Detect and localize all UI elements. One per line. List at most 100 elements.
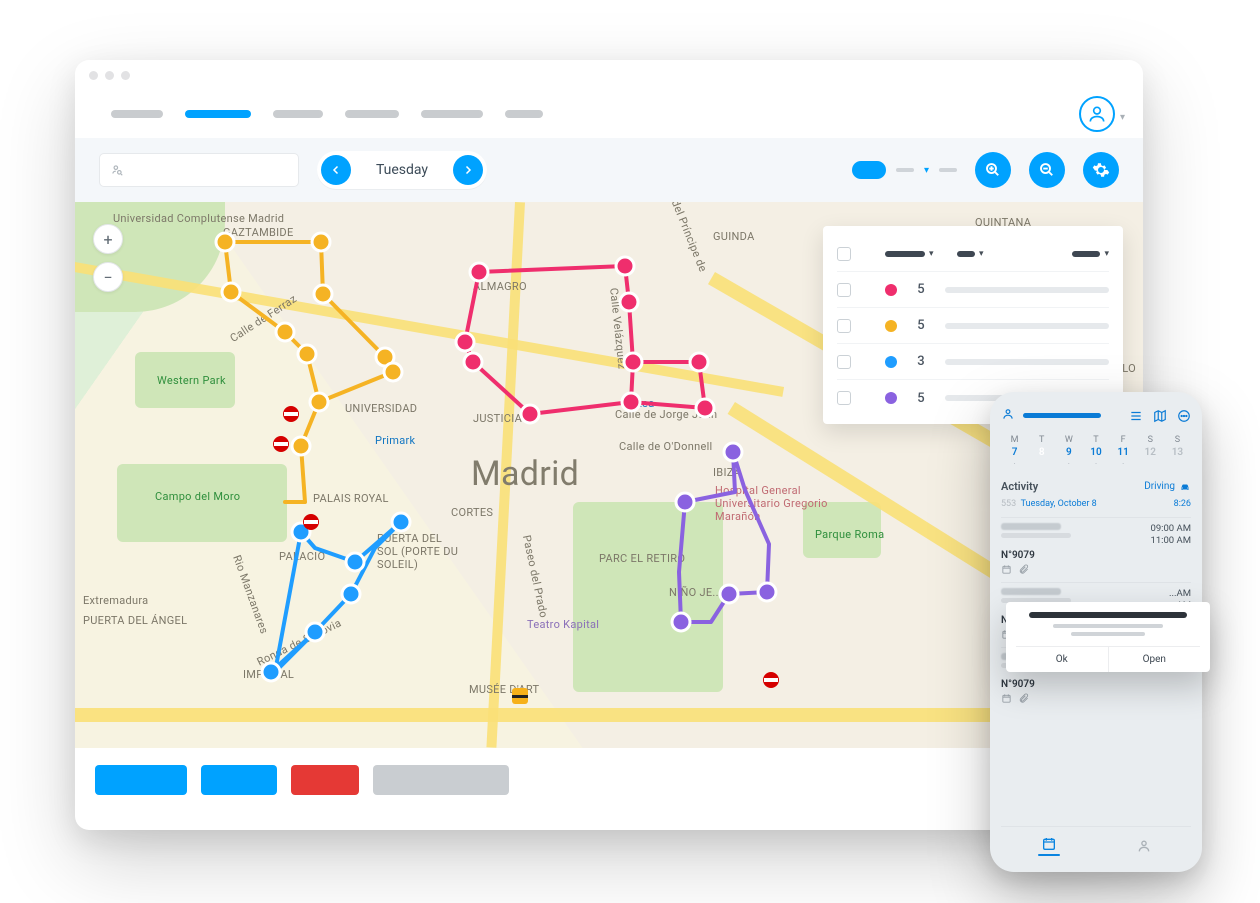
start-time: ...AM	[1169, 588, 1191, 600]
legend-row-pink[interactable]: 5	[837, 272, 1109, 308]
nav-profile-tab[interactable]	[1096, 827, 1191, 864]
desktop-app-window: ▾ Tuesday ▾	[75, 60, 1143, 830]
attachment-icon	[1018, 693, 1029, 704]
map[interactable]: + − Madrid Universidad Complutense Madri…	[75, 202, 1143, 748]
mobile-popup: Ok Open	[1006, 602, 1210, 672]
car-icon	[1179, 481, 1191, 493]
footer-btn-1[interactable]	[95, 765, 187, 795]
tab-1[interactable]	[111, 110, 163, 118]
nav-tabs	[111, 110, 543, 118]
no-entry-icon	[283, 406, 299, 422]
next-day-button[interactable]	[453, 155, 483, 185]
footer-btn-danger[interactable]	[291, 765, 359, 795]
settings-button[interactable]	[1083, 152, 1119, 188]
route-pink	[456, 257, 714, 423]
week-picker: M T W T F S S 7 8 9 10 11 12 13 ····	[1001, 435, 1191, 470]
person-icon	[1001, 406, 1015, 425]
route-count: 5	[909, 282, 933, 297]
popup-title	[1029, 612, 1187, 618]
toolbar: Tuesday ▾	[75, 138, 1143, 202]
traffic-light-min[interactable]	[105, 71, 114, 80]
day-cell[interactable]: 11	[1110, 447, 1137, 458]
zoom-in-icon	[984, 161, 1002, 179]
route-color-dot	[885, 392, 897, 404]
checkbox[interactable]	[837, 283, 851, 297]
day-cell[interactable]: 10	[1082, 447, 1109, 458]
route-purple	[672, 443, 776, 631]
day-header: S	[1137, 435, 1164, 445]
list-icon[interactable]	[1129, 409, 1143, 423]
legend-row-blue[interactable]: 3	[837, 344, 1109, 380]
tab-5[interactable]	[421, 110, 483, 118]
start-time: 09:00 AM	[1150, 523, 1191, 535]
popup-open-button[interactable]: Open	[1109, 647, 1201, 672]
window-titlebar	[75, 60, 1143, 90]
day-header: W	[1055, 435, 1082, 445]
checkbox[interactable]	[837, 355, 851, 369]
route-count: 3	[909, 354, 933, 369]
mobile-title-placeholder	[1023, 413, 1101, 418]
mobile-bottom-nav	[1001, 826, 1191, 864]
construction-icon	[512, 688, 528, 704]
day-cell[interactable]: 9	[1055, 447, 1082, 458]
day-cell[interactable]: 13	[1164, 447, 1191, 458]
day-header: S	[1164, 435, 1191, 445]
attachment-icon	[1018, 564, 1029, 575]
day-cell[interactable]: 7	[1001, 447, 1028, 458]
calendar-icon	[1041, 836, 1057, 852]
calendar-icon	[1001, 564, 1012, 575]
tab-6[interactable]	[505, 110, 543, 118]
map-icon[interactable]	[1153, 409, 1167, 423]
route-blue	[262, 513, 410, 681]
tab-2-active[interactable]	[185, 110, 251, 118]
no-entry-icon	[273, 436, 289, 452]
no-entry-icon	[763, 672, 779, 688]
date-row: 553 Tuesday, October 8 8:26	[1001, 499, 1191, 509]
popup-ok-button[interactable]: Ok	[1016, 647, 1109, 672]
day-header: T	[1082, 435, 1109, 445]
legend-header: ▾ ▾ ▾	[837, 236, 1109, 272]
checkbox[interactable]	[837, 319, 851, 333]
route-orange	[216, 233, 402, 502]
end-time: 11:00 AM	[1150, 535, 1191, 547]
day-cell-selected[interactable]: 8	[1028, 447, 1055, 458]
search-input[interactable]	[99, 153, 299, 187]
item-id: N°9079	[1001, 550, 1191, 561]
traffic-light-max[interactable]	[121, 71, 130, 80]
mobile-header	[1001, 406, 1191, 425]
more-icon[interactable]	[1177, 409, 1191, 423]
route-color-dot	[885, 356, 897, 368]
item-id: N°9079	[1001, 679, 1191, 690]
driving-filter[interactable]: Driving	[1144, 481, 1191, 493]
nav-calendar-tab[interactable]	[1001, 827, 1096, 864]
checkbox[interactable]	[837, 391, 851, 405]
day-cell[interactable]: 12	[1137, 447, 1164, 458]
day-label: Tuesday	[359, 162, 445, 178]
chevron-left-icon	[330, 164, 342, 176]
profile-avatar-button[interactable]: ▾	[1079, 96, 1115, 132]
route-count: 5	[909, 318, 933, 333]
view-toggle[interactable]: ▾	[852, 161, 957, 179]
mobile-app: M T W T F S S 7 8 9 10 11 12 13 ···· Act…	[990, 392, 1202, 872]
calendar-icon	[1001, 693, 1012, 704]
person-icon	[1087, 104, 1107, 124]
footer-btn-disabled	[373, 765, 509, 795]
day-header: M	[1001, 435, 1028, 445]
tab-3[interactable]	[273, 110, 323, 118]
route-count: 5	[909, 391, 933, 406]
footer-actions	[75, 748, 1143, 812]
prev-day-button[interactable]	[321, 155, 351, 185]
zoom-out-button[interactable]	[1029, 152, 1065, 188]
checkbox-all[interactable]	[837, 247, 851, 261]
traffic-light-close[interactable]	[89, 71, 98, 80]
toggle-on-icon	[852, 161, 886, 179]
caret-down-icon: ▾	[1120, 112, 1125, 123]
day-header: F	[1110, 435, 1137, 445]
tab-4[interactable]	[345, 110, 399, 118]
footer-btn-2[interactable]	[201, 765, 277, 795]
zoom-out-icon	[1038, 161, 1056, 179]
no-entry-icon	[303, 514, 319, 530]
legend-row-orange[interactable]: 5	[837, 308, 1109, 344]
zoom-in-button[interactable]	[975, 152, 1011, 188]
list-item[interactable]: 09:00 AM11:00 AM N°9079	[1001, 517, 1191, 575]
